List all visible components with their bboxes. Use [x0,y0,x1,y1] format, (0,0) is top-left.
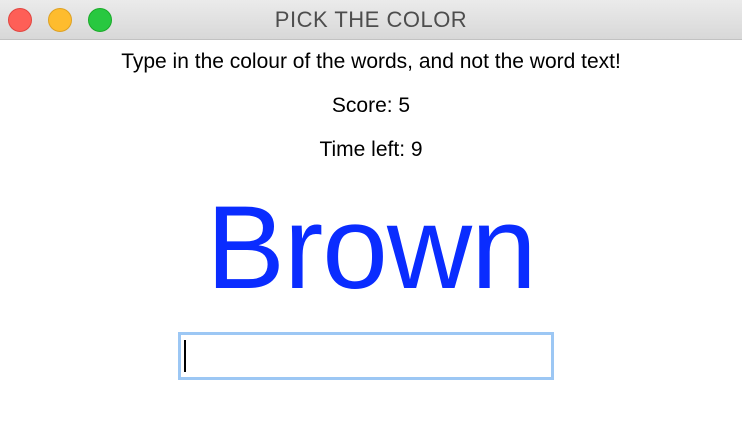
color-word-label: Brown [206,182,536,314]
instructions-label: Type in the colour of the words, and not… [121,50,621,73]
app-window: PICK THE COLOR Type in the colour of the… [0,0,742,442]
answer-input[interactable] [178,332,554,380]
time-left-label: Time left: 9 [319,138,423,161]
title-bar[interactable]: PICK THE COLOR [0,0,742,40]
score-label: Score: 5 [331,94,411,117]
window-title: PICK THE COLOR [274,7,468,32]
text-cursor [184,340,186,372]
